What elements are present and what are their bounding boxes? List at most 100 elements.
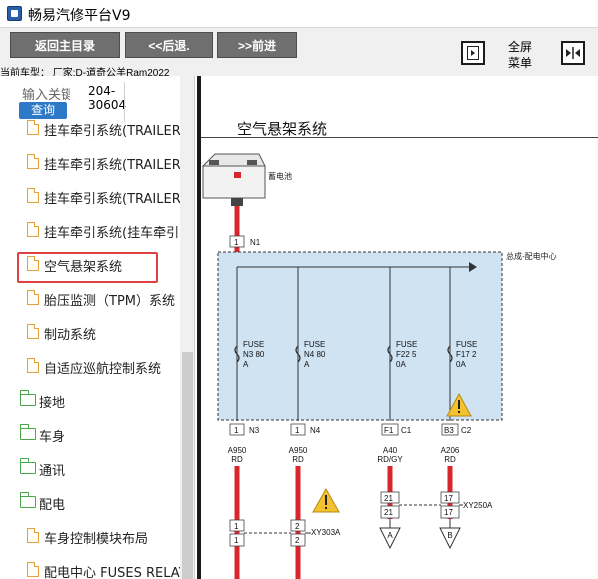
tree-item[interactable]: 接地 (0, 384, 180, 418)
tree-item[interactable]: 通讯 (0, 452, 180, 486)
fuse-n4-line1: FUSE (304, 340, 325, 349)
document-icon (27, 290, 39, 305)
tree-item-label: 制动系统 (44, 328, 97, 343)
document-icon (27, 120, 39, 135)
tree-item[interactable]: 配电中心 FUSES RELAY (0, 554, 180, 579)
folder-icon (19, 458, 36, 474)
connector-left-pin2-b: 2 (295, 536, 300, 545)
pin-name-c1: C1 (401, 426, 412, 435)
document-icon (27, 528, 39, 543)
code-line2: 30604 (88, 98, 127, 112)
fullscreen-menu-label[interactable]: 全屏 菜单 (500, 39, 540, 71)
fuse-n3-line2: N3 80 (243, 350, 265, 359)
wire-id-3: A40 (383, 446, 398, 455)
tree-item-label: 接地 (39, 396, 66, 411)
tree-item[interactable]: 挂车牵引系统(挂车牵引 (0, 214, 180, 248)
tree-panel: 输入关键 查询 204- 30604 挂车牵引系统(TRAILER 挂车牵引系统(… (0, 76, 195, 579)
connector-right-pin1: 21 (384, 494, 393, 503)
fuse-n4-line3: A (304, 360, 310, 369)
wire-id-2: A950 (289, 446, 308, 455)
forward-button[interactable]: >>前进 (217, 32, 297, 58)
tree-item[interactable]: 自适应巡航控制系统 (0, 350, 180, 384)
tree-item[interactable]: 挂车牵引系统(TRAILER (0, 112, 180, 146)
fuse-f17-line1: FUSE (456, 340, 477, 349)
document-icon (27, 358, 39, 373)
tree-scrollbar[interactable] (180, 76, 194, 579)
folder-icon (19, 390, 36, 406)
back-to-main-button[interactable]: 返回主目录 (10, 32, 120, 58)
wire-color-2: RD (292, 455, 304, 464)
wire-color-3: RD/GY (377, 455, 403, 464)
tree-item[interactable]: 配电 (0, 486, 180, 520)
fuse-n3-line3: A (243, 360, 249, 369)
tree-scrollbar-thumb[interactable] (182, 352, 193, 579)
ref-label-a: A (387, 531, 393, 540)
document-icon (27, 562, 39, 577)
app-title: 畅易汽修平台V9 (28, 8, 131, 24)
pin-name-n4: N4 (310, 426, 321, 435)
fuse-f22-line2: F22 5 (396, 350, 417, 359)
connector-left-pin1-b: 1 (234, 536, 239, 545)
back-button[interactable]: <<后退. (125, 32, 213, 58)
battery-label: 蓄电池 (268, 171, 292, 181)
tree-item-label: 胎压监测（TPM）系统 (44, 294, 175, 309)
tree-item-label: 挂车牵引系统(挂车牵引 (44, 226, 180, 241)
wire-id-1: A950 (228, 446, 247, 455)
split-arrows-icon (566, 47, 580, 59)
tree-item-label: 配电中心 FUSES RELAY (44, 566, 180, 579)
connector-left-name: XY303A (311, 528, 341, 537)
fuse-f22-line3: 0A (396, 360, 406, 369)
code-field[interactable]: 204- 30604 (88, 84, 126, 112)
connector-right-name: XY250A (463, 501, 493, 510)
fullscreen-label-line1: 全屏 (507, 40, 532, 54)
fuse-n4-line2: N4 80 (304, 350, 326, 359)
pin-name-n3: N3 (249, 426, 260, 435)
search-input[interactable]: 输入关键 (22, 84, 70, 103)
folder-open-icon (19, 492, 36, 508)
tree-item-label: 车身控制模块布局 (44, 532, 149, 547)
connector-right-pin2-b: 17 (444, 508, 453, 517)
document-icon (27, 222, 39, 237)
tree-item[interactable]: 挂车牵引系统(TRAILER (0, 180, 180, 214)
tree-item-label: 通讯 (39, 464, 66, 479)
wire-id-4: A206 (441, 446, 460, 455)
expand-panel-icon[interactable] (561, 41, 585, 65)
fuse-f17-line3: 0A (456, 360, 466, 369)
tree-item-label: 自适应巡航控制系统 (44, 362, 162, 377)
tree-item-label: 配电 (39, 498, 66, 513)
tree-item-label: 挂车牵引系统(TRAILER (44, 158, 180, 173)
document-icon (27, 188, 39, 203)
selected-item-highlight (17, 252, 158, 283)
fullscreen-label-line2: 菜单 (507, 56, 532, 70)
tree-item[interactable]: 挂车牵引系统(TRAILER (0, 146, 180, 180)
connector-left-pin2: 2 (295, 522, 300, 531)
tree-item[interactable]: 车身控制模块布局 (0, 520, 180, 554)
wire-color-1: RD (231, 455, 243, 464)
connector-right-pin2: 17 (444, 494, 453, 503)
tree-item-label: 挂车牵引系统(TRAILER (44, 192, 180, 207)
folder-icon (19, 424, 36, 440)
connector-right-pin1-b: 21 (384, 508, 393, 517)
pin-number-n1: 1 (234, 238, 239, 247)
tree-item-label: 挂车牵引系统(TRAILER (44, 124, 180, 139)
pin-number-c2: B3 (444, 426, 454, 435)
tree-item[interactable]: 车身 (0, 418, 180, 452)
connector-left-pin1: 1 (234, 522, 239, 531)
tree-item[interactable]: 胎压监测（TPM）系统 (0, 282, 180, 316)
wiring-diagram: 蓄电池 1 N1 总成-配电中心 FUSE N3 80 A FUSE N4 80 (201, 153, 557, 579)
code-line1: 204- (88, 84, 116, 98)
fuse-n3-line1: FUSE (243, 340, 264, 349)
wire-color-4: RD (444, 455, 456, 464)
diagram-panel: 空气悬架系统 蓄电池 1 N1 总成-配电中心 FUSE N3 80 A FUS… (201, 76, 598, 579)
collapse-panel-icon[interactable] (461, 41, 485, 65)
title-bar: 畅易汽修平台V9 (0, 0, 598, 28)
pin-number-n3: 1 (234, 426, 239, 435)
ref-label-b: B (447, 531, 452, 540)
pin-name-c2: C2 (461, 426, 472, 435)
pdc-label: 总成-配电中心 (506, 251, 557, 261)
tree-item[interactable]: 制动系统 (0, 316, 180, 350)
warning-icon (312, 487, 340, 513)
pin-number-n4: 1 (295, 426, 300, 435)
document-icon (27, 324, 39, 339)
pin-number-c1: F1 (384, 426, 394, 435)
